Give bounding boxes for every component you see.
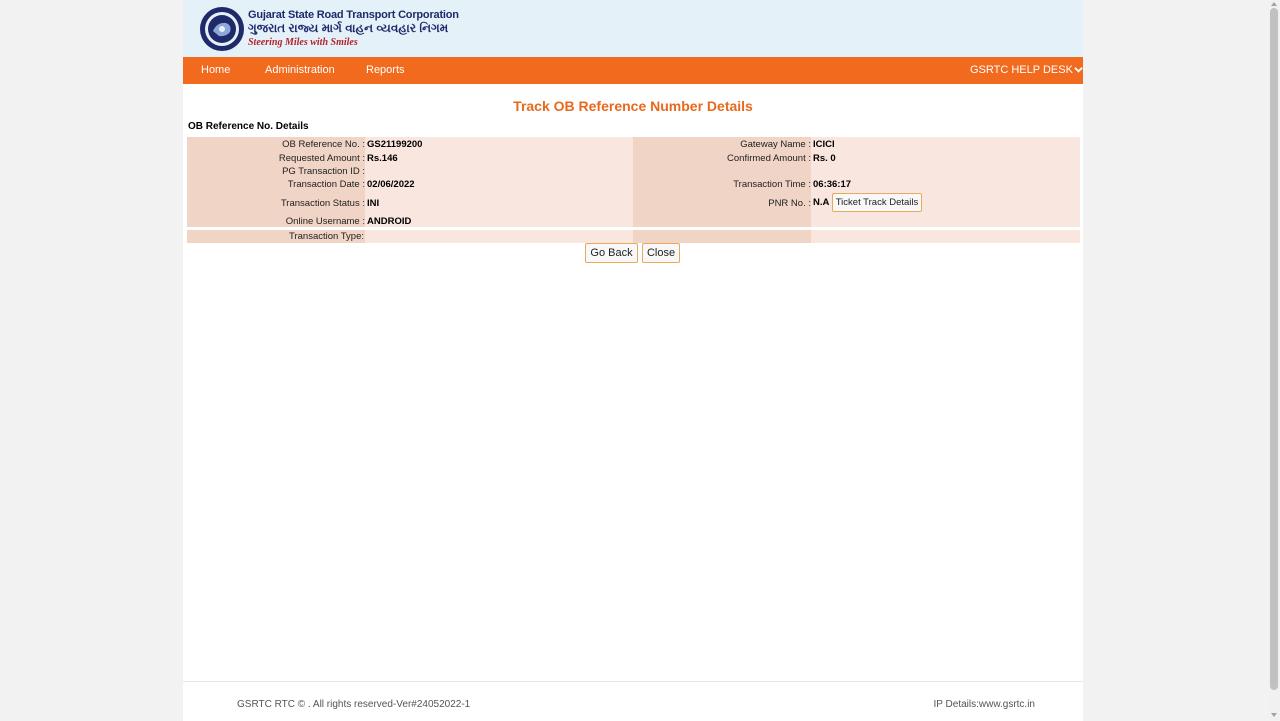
nav-reports[interactable]: Reports xyxy=(366,57,405,84)
txn-date-label: Transaction Date : xyxy=(287,179,365,190)
txn-time-value: 06:36:17 xyxy=(813,179,852,190)
scroll-up-icon[interactable] xyxy=(1271,2,1277,6)
conf-amount-label: Confirmed Amount : xyxy=(727,153,811,164)
ticket-track-details-button[interactable]: Ticket Track Details xyxy=(832,193,922,212)
org-name-gujarati: ગુજરાત રાજ્ય માર્ગ વાહન વ્યવહાર નિગમ xyxy=(248,21,449,35)
help-desk-label: GSRTC HELP DESK xyxy=(970,64,1073,76)
ob-ref-value: GS21199200 xyxy=(367,139,423,150)
footer-copyright: GSRTC RTC © . All rights reserved-Ver#24… xyxy=(237,699,471,710)
txn-status-value: INI xyxy=(367,198,380,209)
chevron-down-icon xyxy=(1074,67,1083,73)
pnr-label: PNR No. : xyxy=(768,198,811,209)
gateway-label: Gateway Name : xyxy=(740,139,811,150)
org-name-english: Gujarat State Road Transport Corporation xyxy=(248,9,459,21)
tagline: Steering Miles with Smiles xyxy=(248,37,358,48)
nav-help-desk[interactable]: GSRTC HELP DESK xyxy=(970,57,1083,84)
req-amount-label: Requested Amount : xyxy=(278,153,365,164)
txn-status-label: Transaction Status : xyxy=(280,198,365,209)
section-label: OB Reference No. Details xyxy=(188,121,309,132)
txn-date-value: 02/06/2022 xyxy=(367,179,415,190)
site-footer: GSRTC RTC © . All rights reserved-Ver#24… xyxy=(183,681,1083,721)
footer-ip-details: IP Details:www.gsrtc.in xyxy=(933,699,1035,710)
page-title: Track OB Reference Number Details xyxy=(513,98,753,114)
close-button[interactable]: Close xyxy=(642,243,680,263)
scroll-thumb[interactable] xyxy=(1270,8,1278,690)
txn-type-label: Transaction Type: xyxy=(289,231,364,242)
txn-time-label: Transaction Time : xyxy=(733,179,811,190)
ob-ref-label: OB Reference No. : xyxy=(282,139,365,150)
req-amount-value: Rs.146 xyxy=(367,153,398,164)
gsrtc-logo-icon xyxy=(200,7,244,51)
nav-administration[interactable]: Administration xyxy=(265,57,335,84)
vertical-scrollbar[interactable] xyxy=(1268,0,1280,720)
type-empty-cell xyxy=(633,230,811,243)
nav-bar: Home Administration Reports GSRTC HELP D… xyxy=(183,57,1083,84)
transaction-type-row: Transaction Type: xyxy=(187,230,1080,243)
nav-home[interactable]: Home xyxy=(201,57,230,84)
pnr-value: N.A xyxy=(813,197,830,208)
go-back-button[interactable]: Go Back xyxy=(585,243,638,263)
online-user-value: ANDROID xyxy=(367,216,412,227)
page-container: Gujarat State Road Transport Corporation… xyxy=(183,0,1083,721)
gateway-value: ICICI xyxy=(813,139,835,150)
details-panel: OB Reference No. : GS21199200 Requested … xyxy=(187,137,1080,227)
online-user-label: Online Username : xyxy=(285,216,365,227)
conf-amount-value: Rs. 0 xyxy=(813,153,836,164)
pg-txn-label: PG Transaction ID : xyxy=(282,166,365,177)
site-header: Gujarat State Road Transport Corporation… xyxy=(183,0,1083,57)
scroll-down-icon[interactable] xyxy=(1271,713,1277,717)
